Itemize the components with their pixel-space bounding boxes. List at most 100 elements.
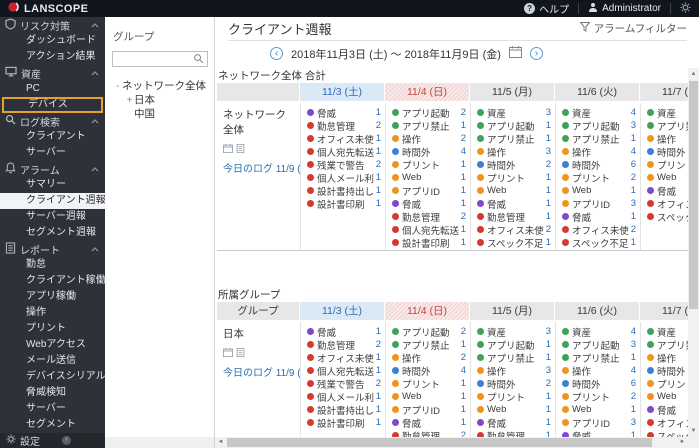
alarm-entry[interactable]: 資産 3: [477, 325, 551, 339]
sidebar-section-report[interactable]: レポート: [0, 241, 105, 257]
alarm-entry[interactable]: アプリID 1: [392, 403, 466, 417]
alarm-entry[interactable]: 設計書持出し 1: [307, 403, 381, 417]
sidebar-item-アプリ稼働[interactable]: アプリ稼働: [0, 289, 105, 305]
alarm-entry[interactable]: アプリ起動 3: [562, 119, 636, 133]
alarm-entry[interactable]: アプリID 1: [392, 184, 466, 198]
alarm-entry[interactable]: アプリ禁止 1: [392, 119, 466, 133]
account-settings-button[interactable]: [680, 1, 691, 16]
sidebar-item-デバイス[interactable]: デバイス: [2, 97, 103, 113]
alarm-entry[interactable]: 設計書印刷 1: [307, 416, 381, 430]
alarm-entry[interactable]: 勤怠管理 1: [477, 210, 551, 224]
alarm-entry[interactable]: Web 1: [392, 390, 466, 403]
tree-node-日本[interactable]: + 日本: [105, 93, 214, 107]
alarm-entry[interactable]: 操作 2: [392, 351, 466, 365]
collapse-sidebar-button[interactable]: ‹: [62, 436, 71, 445]
sidebar-item-セグメント週報[interactable]: セグメント週報: [0, 225, 105, 241]
alarm-entry[interactable]: 資産 4: [562, 325, 636, 339]
alarm-entry[interactable]: 設計書持出し 1: [307, 184, 381, 198]
alarm-entry[interactable]: スペック不足 1: [477, 236, 551, 250]
alarm-entry[interactable]: 個人メール利用1: [307, 171, 381, 185]
alarm-entry[interactable]: アプリ起動 2: [392, 106, 466, 120]
calendar-icon[interactable]: [508, 46, 522, 61]
tree-node-ネットワーク全体[interactable]: - ネットワーク全体: [105, 79, 214, 93]
today-log-link[interactable]: 今日のログ 11/9 (金): [223, 364, 300, 379]
prev-week-button[interactable]: ‹: [270, 47, 283, 60]
alarm-entry[interactable]: オフィス未使用2: [562, 223, 636, 237]
sidebar-item-サマリー[interactable]: サマリー: [0, 177, 105, 193]
alarm-entry[interactable]: 脅威 1: [477, 416, 551, 430]
today-log-link[interactable]: 今日のログ 11/9 (金): [223, 160, 300, 175]
sidebar-item-セグメント[interactable]: セグメント: [0, 417, 105, 433]
tree-expander-icon[interactable]: +: [125, 94, 134, 108]
scroll-left-button[interactable]: ◄: [215, 437, 226, 448]
alarm-entry[interactable]: 脅威 1: [477, 197, 551, 211]
sidebar-item-クライアント稼働[interactable]: クライアント稼働: [0, 273, 105, 289]
sidebar-item-脅威検知[interactable]: 脅威検知: [0, 385, 105, 401]
alarm-entry[interactable]: 個人宛先転送1: [392, 223, 466, 237]
alarm-entry[interactable]: 時間外 6: [562, 377, 636, 391]
sidebar-item-サーバー週報[interactable]: サーバー週報: [0, 209, 105, 225]
alarm-entry[interactable]: アプリ起動 2: [392, 325, 466, 339]
alarm-entry[interactable]: アプリ禁止 1: [477, 132, 551, 146]
sidebar-item-アクション結果[interactable]: アクション結果: [0, 49, 105, 65]
alarm-entry[interactable]: Web 1: [562, 184, 636, 197]
tree-node-中国[interactable]: 中国: [105, 107, 214, 121]
sidebar-item-操作[interactable]: 操作: [0, 305, 105, 321]
alarm-entry[interactable]: 操作 4: [562, 364, 636, 378]
alarm-entry[interactable]: 操作 2: [392, 132, 466, 146]
scroll-down-button[interactable]: ▼: [688, 425, 699, 437]
sidebar-item-メール送信[interactable]: メール送信: [0, 353, 105, 369]
alarm-entry[interactable]: アプリ起動 3: [562, 338, 636, 352]
sidebar-item-クライアント週報[interactable]: クライアント週報: [0, 193, 105, 209]
alarm-entry[interactable]: アプリ禁止 1: [477, 351, 551, 365]
document-icon[interactable]: [236, 344, 245, 362]
alarm-entry[interactable]: プリント 2: [562, 171, 636, 185]
alarm-entry[interactable]: Web 1: [477, 184, 551, 197]
sidebar-item-ダッシュボード[interactable]: ダッシュボード: [0, 33, 105, 49]
sidebar-section-alarm[interactable]: アラーム: [0, 161, 105, 177]
alarm-entry[interactable]: 脅威 1: [307, 106, 381, 120]
help-button[interactable]: ? ヘルプ: [524, 1, 569, 16]
alarm-entry[interactable]: プリント 2: [562, 390, 636, 404]
alarm-entry[interactable]: 資産 4: [562, 106, 636, 120]
alarm-entry[interactable]: 個人宛先転送1: [307, 364, 381, 378]
calendar-small-icon[interactable]: [223, 140, 233, 158]
group-panel-scrollbar[interactable]: [105, 437, 214, 448]
alarm-entry[interactable]: プリント 1: [392, 377, 466, 391]
alarm-filter-button[interactable]: アラームフィルター: [579, 21, 687, 36]
alarm-entry[interactable]: 脅威 1: [307, 325, 381, 339]
alarm-entry[interactable]: 脅威 1: [562, 210, 636, 224]
alarm-entry[interactable]: 個人宛先転送1: [307, 145, 381, 159]
alarm-entry[interactable]: Web 1: [562, 403, 636, 416]
alarm-entry[interactable]: アプリ禁止 1: [562, 351, 636, 365]
tree-expander-icon[interactable]: -: [113, 80, 122, 94]
alarm-entry[interactable]: 勤怠管理 2: [392, 210, 466, 224]
alarm-entry[interactable]: 時間外 6: [562, 158, 636, 172]
alarm-entry[interactable]: 脅威 1: [392, 197, 466, 211]
next-week-button[interactable]: ›: [529, 47, 543, 60]
alarm-entry[interactable]: プリント 1: [477, 171, 551, 185]
sidebar-item-settings[interactable]: 設定 ‹: [0, 433, 105, 448]
alarm-entry[interactable]: アプリ起動 1: [477, 338, 551, 352]
alarm-entry[interactable]: スペック不足 1: [562, 236, 636, 250]
vertical-scrollbar-thumb[interactable]: [689, 81, 698, 309]
sidebar-section-log-search[interactable]: ログ検索: [0, 113, 105, 129]
alarm-entry[interactable]: 個人宛先転送1: [562, 249, 636, 250]
alarm-entry[interactable]: 時間外 4: [392, 364, 466, 378]
sidebar-item-PC[interactable]: PC: [0, 81, 105, 97]
alarm-entry[interactable]: オフィス未使用1: [307, 132, 381, 146]
alarm-entry[interactable]: 残業で警告 2: [307, 158, 381, 172]
alarm-entry[interactable]: 操作 3: [477, 364, 551, 378]
alarm-entry[interactable]: 資産 3: [477, 106, 551, 120]
alarm-entry[interactable]: アプリID 3: [562, 416, 636, 430]
alarm-entry[interactable]: Web 1: [477, 403, 551, 416]
alarm-entry[interactable]: 個人メール利用1: [307, 390, 381, 404]
alarm-entry[interactable]: オフィス未使用1: [307, 351, 381, 365]
alarm-entry[interactable]: オフィス未使用2: [477, 223, 551, 237]
alarm-entry[interactable]: 脅威 1: [392, 416, 466, 430]
alarm-entry[interactable]: 時間外 2: [477, 377, 551, 391]
alarm-entry[interactable]: 勤怠管理 2: [307, 119, 381, 133]
scroll-right-button[interactable]: ►: [677, 437, 688, 448]
alarm-entry[interactable]: 設計書印刷 1: [307, 197, 381, 211]
sidebar-item-デバイスシリアル[interactable]: デバイスシリアル: [0, 369, 105, 385]
